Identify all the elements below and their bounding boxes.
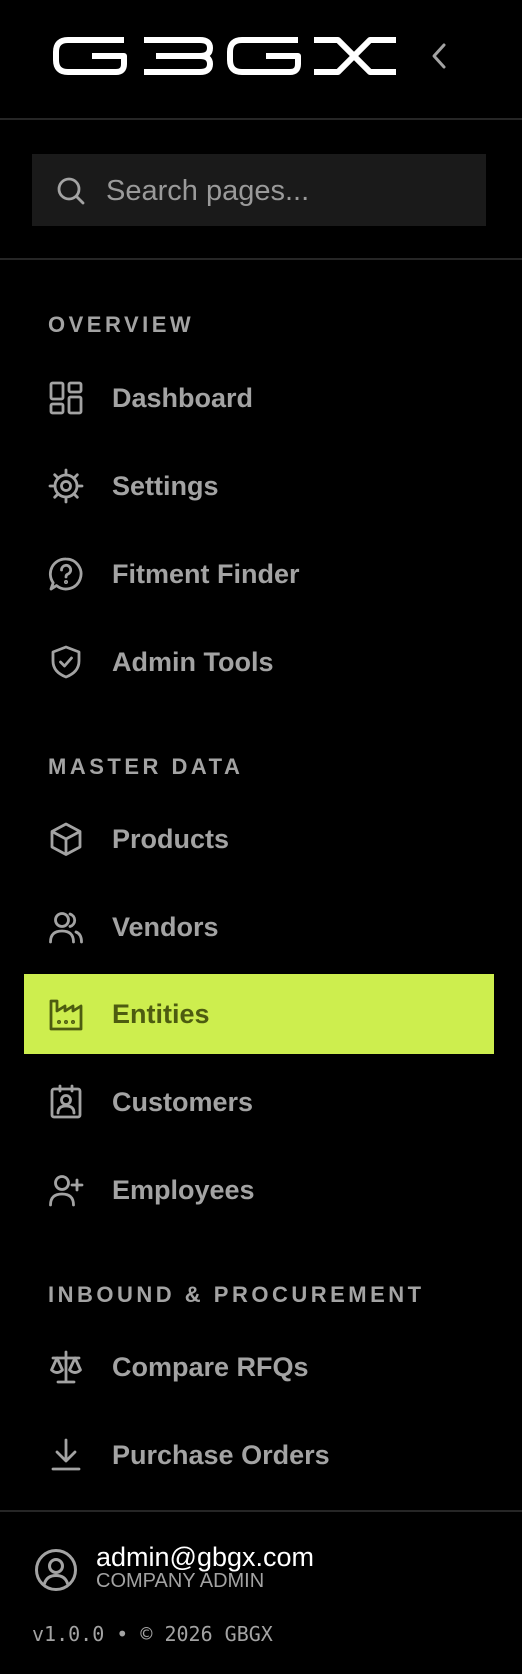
user-role: COMPANY ADMIN bbox=[96, 1570, 265, 1592]
section-title-master-data: MASTER DATA bbox=[48, 754, 244, 779]
nav-item-label: Vendors bbox=[112, 911, 219, 942]
nav-item-customers[interactable]: Customers bbox=[24, 1062, 494, 1142]
sidebar: OVERVIEW Dashboard Settings Fitment Find… bbox=[0, 0, 522, 1674]
sidebar-header bbox=[0, 0, 522, 120]
nav-item-employees[interactable]: Employees bbox=[24, 1150, 494, 1230]
nav-item-products[interactable]: Products bbox=[24, 799, 494, 879]
contact-badge-icon bbox=[50, 1084, 82, 1119]
user-email: admin@gbgx.com bbox=[96, 1542, 315, 1572]
sidebar-footer: admin@gbgx.com COMPANY ADMIN v1.0.0 • © … bbox=[0, 1510, 522, 1674]
nav-item-compare-rfqs[interactable]: Compare RFQs bbox=[24, 1327, 494, 1407]
nav-item-vendors[interactable]: Vendors bbox=[24, 887, 494, 967]
search-box[interactable] bbox=[32, 154, 486, 228]
nav-item-label: Entities bbox=[112, 998, 210, 1029]
nav-item-label: Fitment Finder bbox=[112, 558, 300, 589]
scale-icon bbox=[50, 1350, 82, 1384]
download-icon bbox=[51, 1438, 81, 1471]
layout-grid-icon bbox=[49, 381, 83, 415]
factory-icon bbox=[49, 999, 83, 1031]
gear-icon bbox=[48, 468, 84, 504]
nav-item-admin-tools[interactable]: Admin Tools bbox=[24, 622, 494, 702]
nav-item-label: Dashboard bbox=[112, 382, 254, 413]
collapse-sidebar-button[interactable] bbox=[424, 38, 454, 74]
box-icon bbox=[50, 822, 82, 856]
nav-item-settings[interactable]: Settings bbox=[24, 446, 494, 526]
nav-item-label: Customers bbox=[112, 1086, 254, 1117]
search-icon bbox=[57, 177, 85, 205]
nav-item-entities[interactable]: Entities bbox=[24, 974, 494, 1054]
search-area bbox=[0, 120, 522, 260]
nav-item-label: Compare RFQs bbox=[112, 1351, 309, 1382]
app-version: v1.0.0 • © 2026 GBGX bbox=[32, 1622, 273, 1646]
search-input[interactable] bbox=[104, 154, 478, 228]
nav-item-label: Products bbox=[112, 823, 230, 854]
nav-item-label: Purchase Orders bbox=[112, 1439, 330, 1470]
nav-item-dashboard[interactable]: Dashboard bbox=[24, 358, 494, 438]
user-avatar-icon[interactable] bbox=[34, 1548, 78, 1592]
section-title-overview: OVERVIEW bbox=[48, 312, 195, 337]
help-bubble-icon bbox=[48, 557, 83, 591]
nav-item-purchase-orders[interactable]: Purchase Orders bbox=[24, 1415, 494, 1495]
nav-item-label: Admin Tools bbox=[112, 646, 274, 677]
users-icon bbox=[49, 912, 83, 944]
nav-item-fitment-finder[interactable]: Fitment Finder bbox=[24, 534, 494, 614]
user-plus-icon bbox=[49, 1175, 84, 1207]
nav-item-label: Employees bbox=[112, 1174, 255, 1205]
nav-item-label: Settings bbox=[112, 470, 219, 501]
shield-check-icon bbox=[51, 645, 81, 679]
chevron-left-icon bbox=[432, 43, 446, 69]
brand-logo[interactable] bbox=[52, 36, 400, 76]
section-title-inbound-procurement: INBOUND & PROCUREMENT bbox=[48, 1282, 425, 1307]
